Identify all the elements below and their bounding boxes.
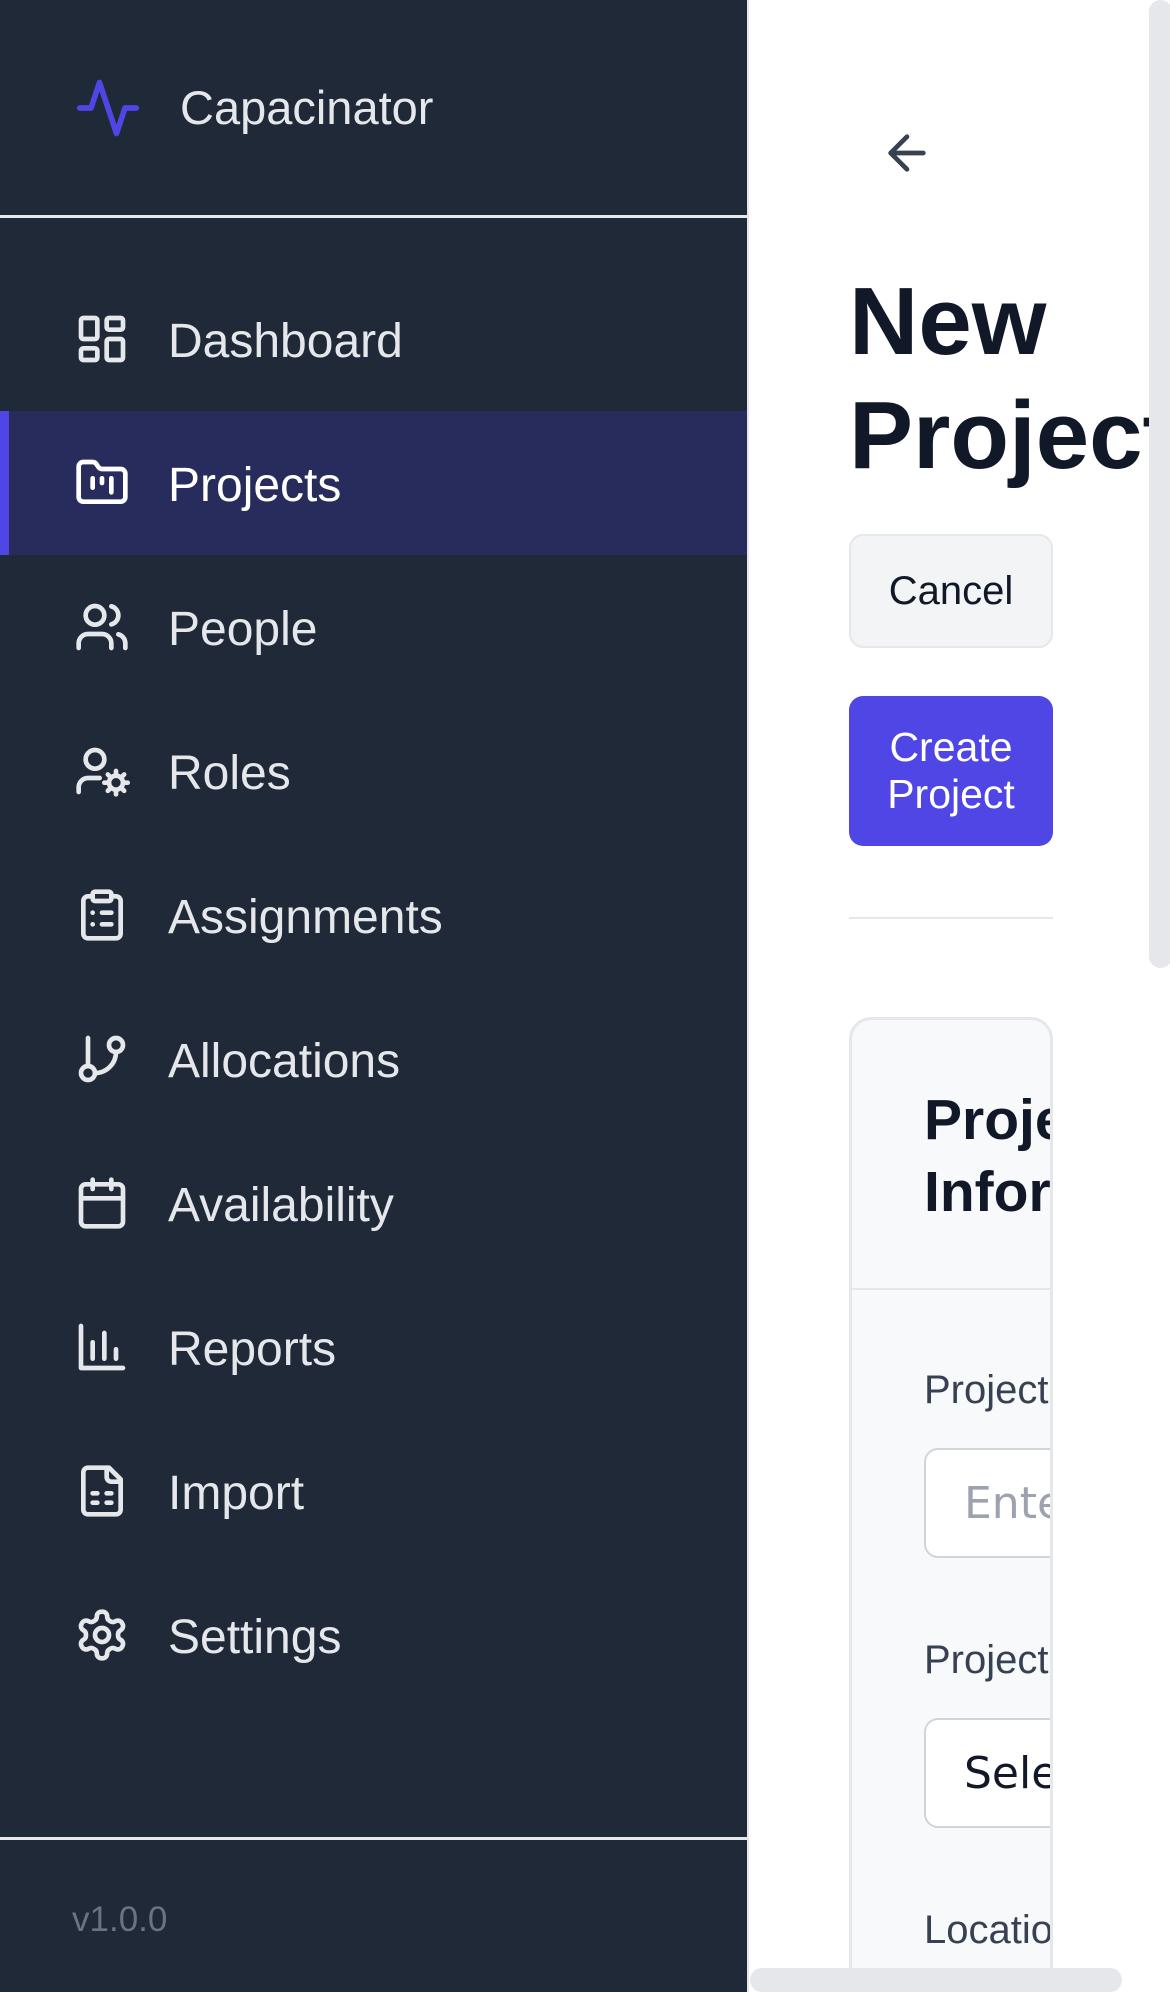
app-name: Capacinator: [180, 81, 434, 134]
sidebar-item-dashboard[interactable]: Dashboard: [0, 267, 747, 411]
sidebar-item-label: Assignments: [168, 891, 443, 944]
sidebar-item-settings[interactable]: Settings: [0, 1563, 747, 1707]
cancel-button[interactable]: Cancel: [849, 534, 1053, 648]
project-type-select[interactable]: Selec: [924, 1718, 1050, 1828]
vertical-scrollbar[interactable]: [1149, 0, 1170, 968]
bar-chart-icon: [78, 1323, 126, 1371]
sidebar-item-label: Availability: [168, 1179, 394, 1232]
brand: Capacinator: [0, 0, 747, 218]
sidebar-item-availability[interactable]: Availability: [0, 1131, 747, 1275]
file-spreadsheet-icon: [81, 1465, 123, 1517]
project-type-label: Project: [924, 1638, 1049, 1682]
sidebar-nav: Dashboard Projects People Roles Assignme…: [0, 267, 747, 1707]
project-information-card: Project Information Project Ente Project…: [849, 1017, 1053, 1992]
sidebar-item-people[interactable]: People: [0, 555, 747, 699]
sidebar-item-projects[interactable]: Projects: [0, 411, 747, 555]
sidebar-footer: v1.0.0: [0, 1837, 747, 1992]
sidebar-item-label: Dashboard: [168, 315, 403, 368]
clipboard-list-icon: [81, 889, 123, 941]
sidebar-item-allocations[interactable]: Allocations: [0, 987, 747, 1131]
sidebar-item-label: Import: [168, 1467, 305, 1520]
git-branch-icon: [78, 1035, 126, 1083]
calendar-icon: [78, 1177, 126, 1229]
sidebar-item-roles[interactable]: Roles: [0, 699, 747, 843]
divider: [849, 917, 1053, 919]
page-title: New Project: [849, 268, 1170, 489]
sidebar-item-assignments[interactable]: Assignments: [0, 843, 747, 987]
dashboard-icon: [78, 315, 126, 363]
sidebar-item-label: Projects: [168, 459, 342, 512]
location-label: Locatio: [924, 1908, 1053, 1952]
sidebar-item-label: People: [168, 603, 318, 656]
sidebar-item-label: Allocations: [168, 1035, 401, 1088]
sidebar-item-import[interactable]: Import: [0, 1419, 747, 1563]
users-icon: [76, 603, 128, 651]
user-cog-icon: [76, 747, 130, 797]
horizontal-scrollbar[interactable]: [750, 1968, 1122, 1992]
sidebar-item-label: Reports: [168, 1323, 337, 1376]
app-version: v1.0.0: [72, 1900, 168, 1939]
folder-kanban-icon: [76, 459, 128, 504]
activity-icon: [76, 79, 140, 137]
sidebar-item-reports[interactable]: Reports: [0, 1275, 747, 1419]
main-content: New Project Cancel Create Project Projec…: [747, 0, 1170, 1992]
project-name-label: Project: [924, 1368, 1049, 1412]
sidebar-item-label: Roles: [168, 747, 291, 800]
sidebar-item-label: Settings: [168, 1611, 342, 1664]
project-name-input[interactable]: Ente: [924, 1448, 1050, 1558]
sidebar: Capacinator Dashboard Projects People Ro…: [0, 0, 747, 1992]
card-title: Project Information: [924, 1088, 1051, 1224]
card-header: Project Information: [852, 1020, 1051, 1290]
arrow-left-icon[interactable]: [879, 125, 935, 181]
create-project-button[interactable]: Create Project: [849, 696, 1053, 846]
gear-icon: [78, 1609, 126, 1661]
